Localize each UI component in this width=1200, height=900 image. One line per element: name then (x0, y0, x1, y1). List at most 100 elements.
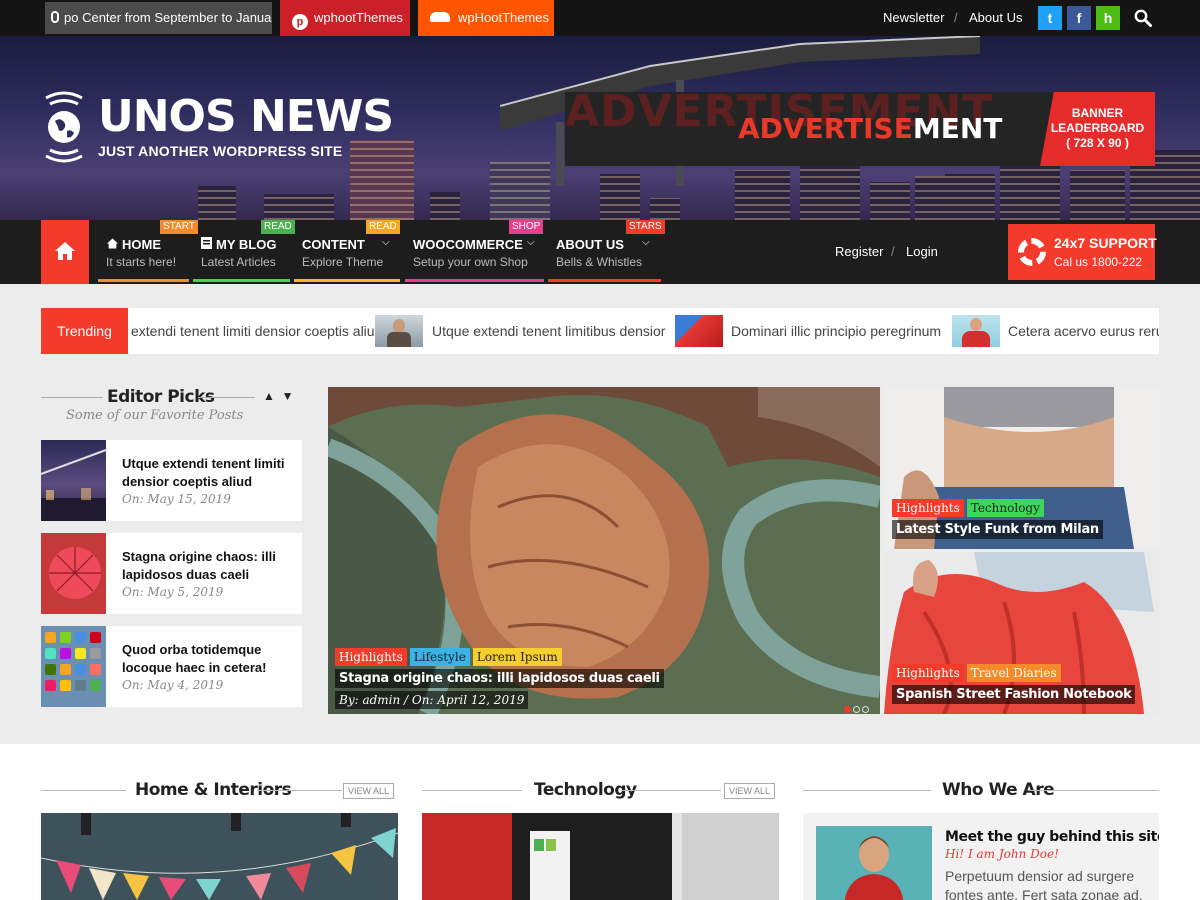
category-tag[interactable]: Lorem Ipsum (472, 648, 562, 666)
trending-item[interactable]: Cetera acervo eurus rerum (1008, 308, 1159, 354)
nav-underline (98, 279, 189, 282)
skyline-building (198, 186, 236, 220)
post-thumbnail[interactable] (41, 533, 106, 614)
post-title[interactable]: Stagna origine chaos: illi lapidosos dua… (122, 548, 292, 584)
skyline-building (264, 194, 334, 220)
category-tag[interactable]: Highlights (892, 499, 964, 517)
trending-thumbnail[interactable] (675, 315, 723, 347)
nav-underline (548, 279, 661, 282)
trending-thumbnail[interactable] (375, 315, 423, 347)
nav-item-my-blog[interactable]: READ MY BLOG Latest Articles (193, 220, 295, 284)
nav-separator: / (891, 244, 895, 259)
site-logo[interactable]: UNOS NEWS JUST ANOTHER WORDPRESS SITE (41, 89, 394, 169)
post-date: On: May 5, 2019 (122, 585, 224, 599)
view-all-button[interactable]: VIEW ALL (724, 783, 776, 799)
editor-pick-card[interactable]: Quod orba totidemque locoque haec in cet… (41, 626, 302, 707)
about-us-link[interactable]: About Us (969, 0, 1022, 36)
slider-dot[interactable] (844, 706, 851, 713)
microphone-icon (51, 11, 59, 23)
pinterest-button[interactable]: p wphootThemes (280, 0, 410, 36)
post-title[interactable]: Quod orba totidemque locoque haec in cet… (122, 641, 292, 677)
divider (803, 790, 931, 791)
trending-item[interactable]: extendi tenent limiti densior coeptis al… (131, 308, 382, 354)
nav-item-label: CONTENT (302, 237, 365, 252)
editor-pick-card[interactable]: Stagna origine chaos: illi lapidosos dua… (41, 533, 302, 614)
category-tag[interactable]: Technology (966, 499, 1044, 517)
nav-item-sub: It starts here! (106, 255, 177, 269)
ad-size-line: BANNER (1071, 106, 1124, 120)
topbar-separator: / (954, 10, 958, 25)
nav-underline (193, 279, 290, 282)
nav-item-content[interactable]: READ CONTENT ⌵ Explore Theme (294, 220, 400, 284)
post-thumbnail[interactable] (40, 440, 107, 521)
support-phone: Cal us 1800-222 (1054, 255, 1143, 269)
home-icon (107, 238, 118, 249)
soundcloud-icon (430, 12, 450, 22)
post-thumbnail[interactable] (41, 626, 106, 707)
tag-row: Highlights Travel Diaries (892, 664, 1135, 682)
featured-title[interactable]: Stagna origine chaos: illi lapidosos dua… (335, 669, 664, 688)
facebook-icon[interactable]: f (1067, 6, 1091, 30)
skyline-building (430, 192, 460, 220)
nav-badge: READ (261, 220, 295, 234)
about-author-box: Meet the guy behind this site Hi! I am J… (803, 813, 1159, 900)
post-date: On: May 15, 2019 (122, 492, 231, 506)
author-greeting: Hi! I am John Doe! (945, 847, 1059, 861)
nav-item-sub: Bells & Whistles (556, 255, 643, 269)
nav-item-sub: Explore Theme (302, 255, 384, 269)
login-link[interactable]: Login (906, 220, 938, 284)
newsletter-link[interactable]: Newsletter (883, 0, 944, 36)
home-button[interactable] (41, 220, 89, 284)
person-head (970, 318, 982, 331)
category-tag[interactable]: Highlights (335, 648, 407, 666)
section-image[interactable] (41, 813, 398, 900)
featured-title[interactable]: Latest Style Funk from Milan (892, 520, 1103, 539)
author-portrait (816, 826, 932, 900)
register-link[interactable]: Register (835, 220, 883, 284)
pinterest-label: wphootThemes (314, 10, 403, 25)
site-title: UNOS NEWS (98, 91, 394, 142)
houzz-icon[interactable]: h (1096, 6, 1120, 30)
view-all-button[interactable]: VIEW ALL (343, 783, 395, 799)
search-icon[interactable] (1134, 9, 1152, 27)
nav-item-sub: Setup your own Shop (413, 255, 528, 269)
featured-slider[interactable]: Highlights Lifestyle Lorem Ipsum Stagna or… (328, 387, 880, 714)
nav-item-home[interactable]: START HOME It starts here! (98, 220, 198, 284)
featured-side-card[interactable]: Highlights Technology Latest Style Funk f… (884, 387, 1159, 549)
support-box[interactable]: 24x7 SUPPORT Cal us 1800-222 (1008, 224, 1157, 280)
trending-thumbnail[interactable] (952, 315, 1000, 347)
chevron-up-icon[interactable]: ▲ (263, 389, 275, 403)
bunting-image (41, 813, 398, 900)
section-image[interactable] (422, 813, 779, 900)
slider-dot[interactable] (853, 706, 860, 713)
book-icon (201, 237, 212, 249)
section-header: Who We Are (803, 778, 1159, 804)
chevron-down-icon[interactable]: ▼ (282, 389, 294, 403)
soundcloud-button[interactable]: wpHootThemes (418, 0, 554, 36)
featured-side-card[interactable]: Highlights Travel Diaries Spanish Street … (884, 552, 1159, 714)
globe-signal-icon (45, 91, 83, 163)
category-tag[interactable]: Highlights (892, 664, 964, 682)
nav-item-woocommerce[interactable]: SHOP WOOCOMMERCE ⌵ Setup your own Shop (405, 220, 544, 284)
trending-item[interactable]: Utque extendi tenent limitibus densior (432, 308, 665, 354)
top-bar: po Center from September to January. p wp… (0, 0, 1200, 36)
leaderboard-ad[interactable]: ADVERTISEMENT ADVERTISEMENT BANNER LEADE… (565, 92, 1155, 166)
divider (257, 790, 342, 791)
editor-pick-card[interactable]: Utque extendi tenent limiti densior coep… (40, 440, 302, 521)
category-tag[interactable]: Lifestyle (409, 648, 470, 666)
post-title[interactable]: Utque extendi tenent limiti densior coep… (122, 455, 292, 491)
twitter-icon[interactable]: t (1038, 6, 1062, 30)
ad-size-line: ( 728 X 90 ) (1066, 136, 1129, 150)
divider (621, 790, 721, 791)
slider-dots (844, 700, 871, 718)
nav-item-about-us[interactable]: STARS ABOUT US ⌵ Bells & Whistles (548, 220, 665, 284)
slider-dot[interactable] (862, 706, 869, 713)
category-tag[interactable]: Travel Diaries (966, 664, 1061, 682)
divider (41, 790, 126, 791)
divider (422, 790, 522, 791)
featured-meta: By: admin / On: April 12, 2019 (335, 691, 529, 709)
featured-title[interactable]: Spanish Street Fashion Notebook (892, 685, 1136, 704)
nav-badge: READ (366, 220, 400, 234)
main-navigation: START HOME It starts here! READ MY BLOG … (0, 220, 1200, 481)
trending-item[interactable]: Dominari illic principio peregrinum (731, 308, 941, 354)
